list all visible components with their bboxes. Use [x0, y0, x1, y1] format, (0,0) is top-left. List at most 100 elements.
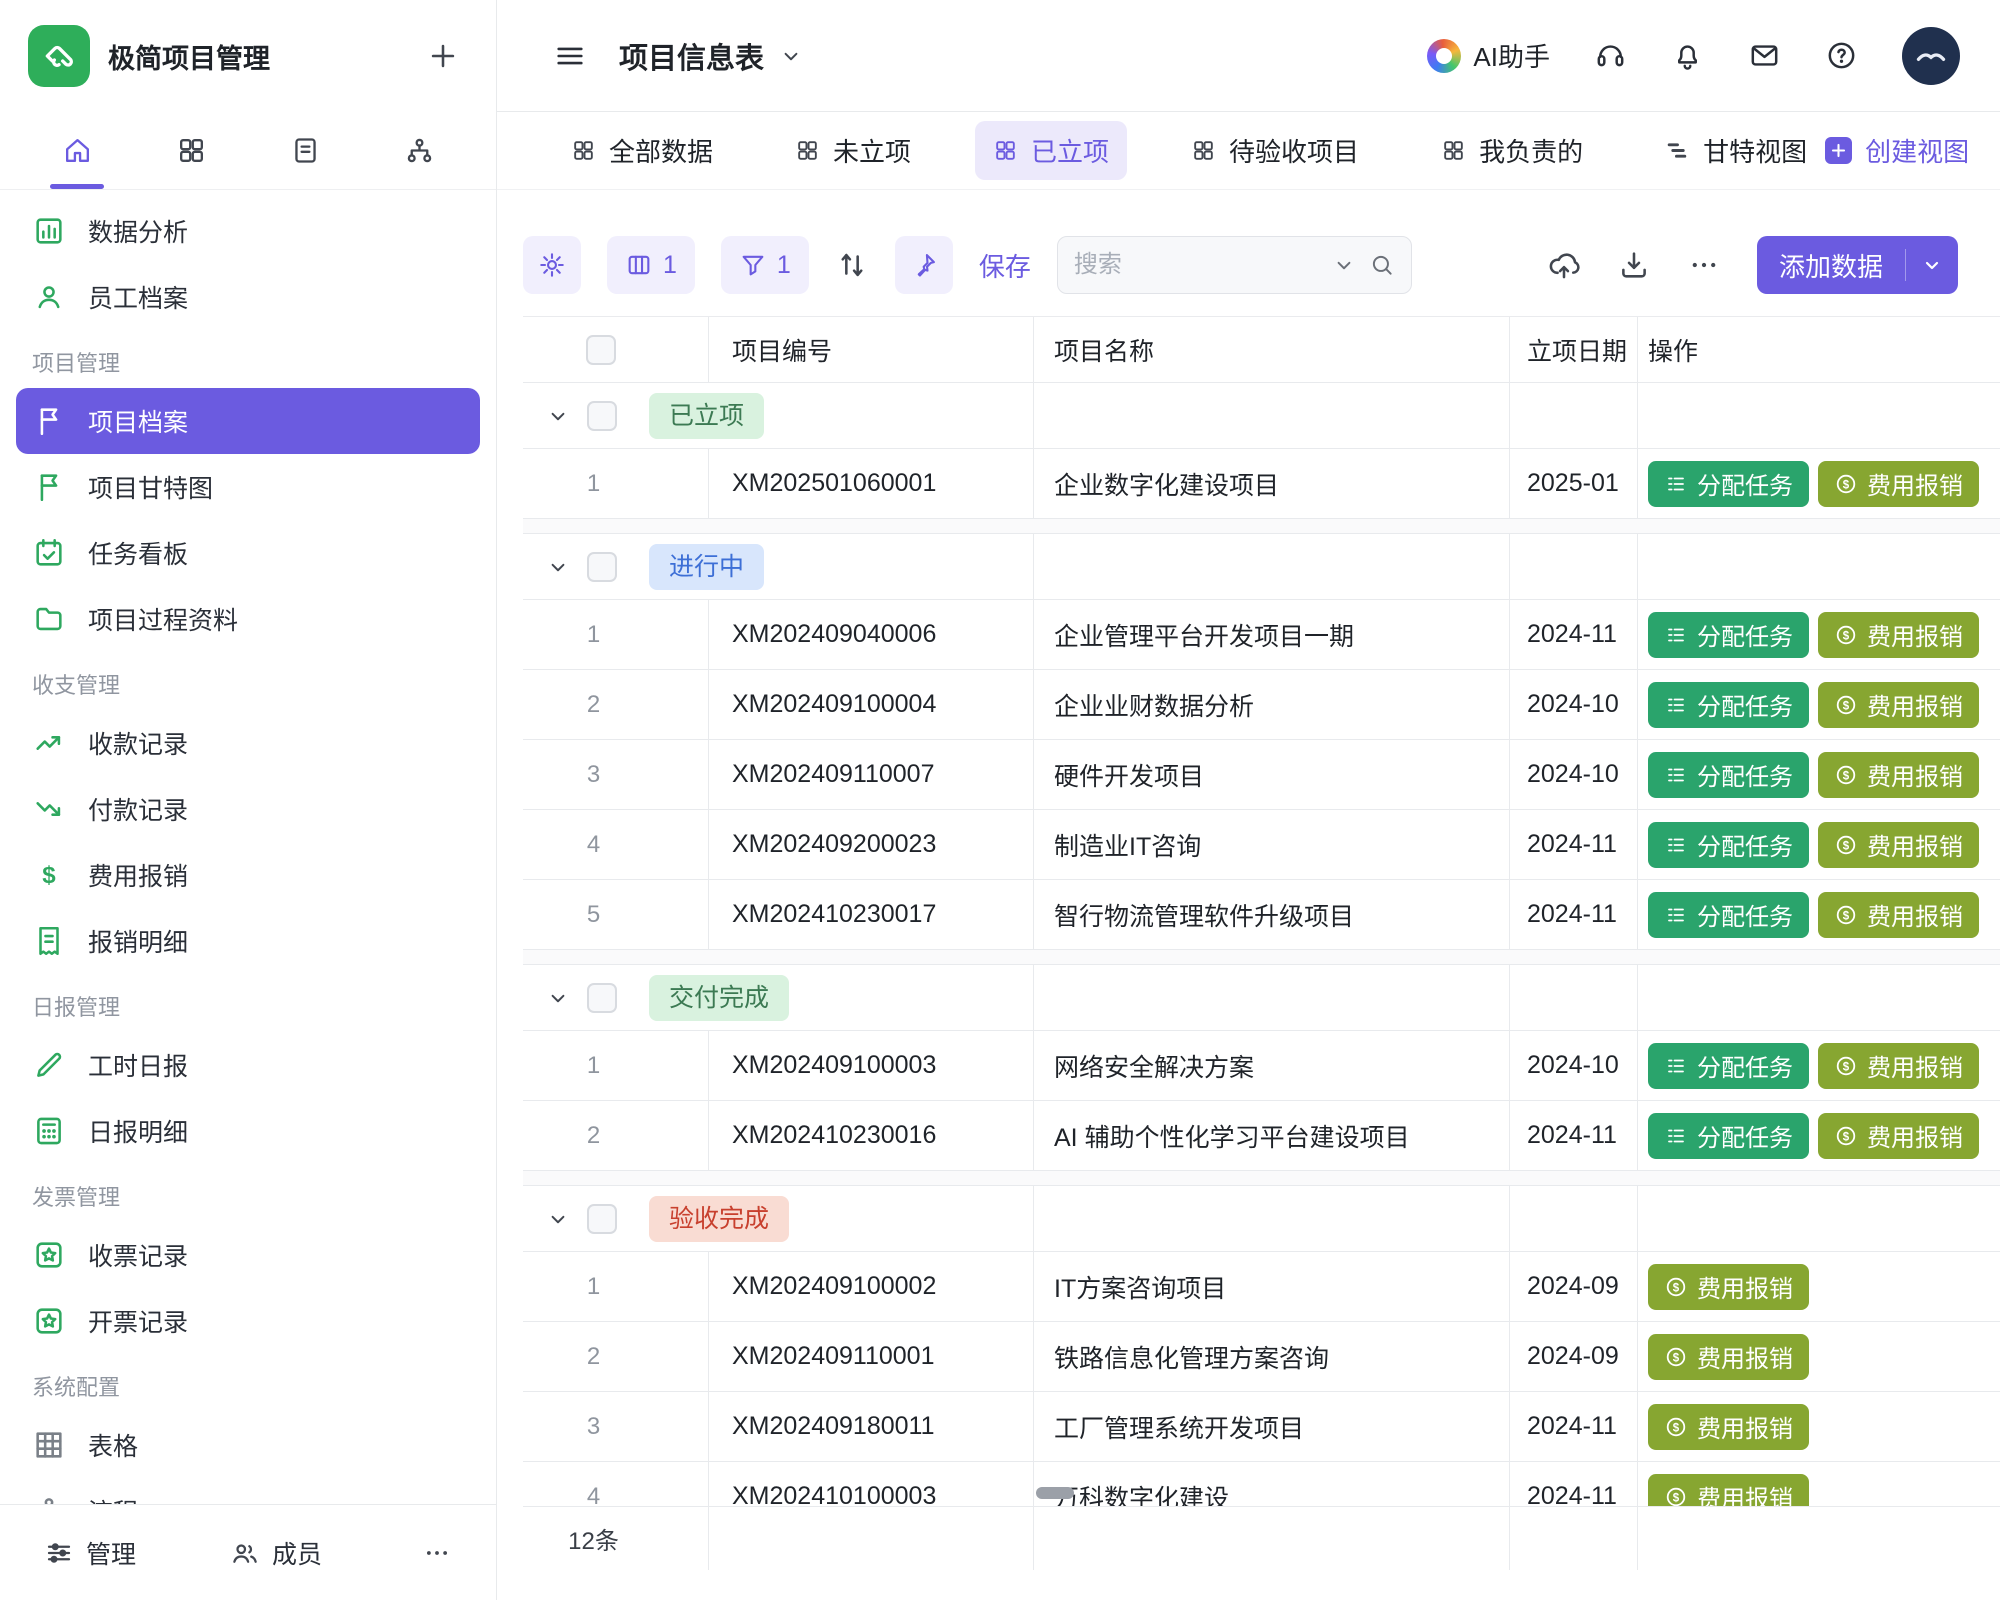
money-circle-icon: $ — [1834, 1054, 1858, 1078]
view-tab[interactable]: 全部数据 — [553, 121, 731, 180]
table-row[interactable]: 3 XM202409110007 硬件开发项目 2024-10 分配任务$费用报… — [523, 740, 2000, 810]
expense-report-button[interactable]: $费用报销 — [1818, 612, 1979, 658]
settings-button[interactable] — [523, 236, 581, 294]
collapse-chevron-icon[interactable] — [545, 1206, 571, 1232]
chevron-down-icon[interactable] — [1906, 253, 1958, 277]
sidebar-item[interactable]: 表格 — [0, 1412, 496, 1478]
project-date: 2024-11 — [1509, 1462, 1637, 1506]
chevron-down-icon[interactable] — [1331, 252, 1357, 278]
table-row[interactable]: 2 XM202410230016 AI 辅助个性化学习平台建设项目 2024-1… — [523, 1101, 2000, 1171]
sidebar-nav-tab-home[interactable] — [44, 112, 110, 189]
page-title[interactable]: 项目信息表 — [619, 35, 804, 77]
group-checkbox[interactable] — [587, 401, 617, 431]
sidebar-item[interactable]: 工时日报 — [0, 1032, 496, 1098]
assign-task-button[interactable]: 分配任务 — [1648, 892, 1809, 938]
assign-task-button[interactable]: 分配任务 — [1648, 682, 1809, 728]
search-input[interactable] — [1074, 251, 1319, 279]
import-button[interactable] — [1547, 248, 1581, 282]
sidebar-item[interactable]: 开票记录 — [0, 1288, 496, 1354]
more-icon[interactable] — [422, 1538, 452, 1568]
pin-button[interactable] — [895, 236, 953, 294]
sidebar-item[interactable]: 任务看板 — [0, 520, 496, 586]
members-button[interactable]: 成员 — [230, 1535, 322, 1571]
ai-assistant-button[interactable]: AI助手 — [1427, 37, 1550, 74]
add-workspace-icon[interactable] — [426, 39, 460, 73]
table-row[interactable]: 1 XM202501060001 企业数字化建设项目 2025-01 分配任务$… — [523, 449, 2000, 519]
assign-task-button[interactable]: 分配任务 — [1648, 752, 1809, 798]
sidebar-item[interactable]: 数据分析 — [0, 198, 496, 264]
view-tab[interactable]: 未立项 — [777, 121, 929, 180]
sidebar-item[interactable]: 报销明细 — [0, 908, 496, 974]
expense-report-button[interactable]: $费用报销 — [1648, 1264, 1809, 1310]
assign-task-button[interactable]: 分配任务 — [1648, 612, 1809, 658]
view-tab[interactable]: 甘特视图 — [1647, 121, 1825, 180]
assign-task-button[interactable]: 分配任务 — [1648, 1043, 1809, 1089]
add-data-button[interactable]: 添加数据 — [1757, 236, 1958, 294]
collapse-chevron-icon[interactable] — [545, 403, 571, 429]
expense-report-button[interactable]: $费用报销 — [1648, 1334, 1809, 1380]
user-avatar[interactable] — [1902, 27, 1960, 85]
group-checkbox[interactable] — [587, 552, 617, 582]
assign-task-button[interactable]: 分配任务 — [1648, 1113, 1809, 1159]
assign-task-button[interactable]: 分配任务 — [1648, 822, 1809, 868]
sort-button[interactable] — [835, 248, 869, 282]
group-checkbox[interactable] — [587, 1204, 617, 1234]
project-code: XM202501060001 — [708, 449, 1033, 518]
sidebar-item[interactable]: $ 费用报销 — [0, 842, 496, 908]
sidebar-item[interactable]: 项目甘特图 — [0, 454, 496, 520]
select-all-checkbox[interactable] — [586, 335, 616, 365]
sidebar-item[interactable]: 日报明细 — [0, 1098, 496, 1164]
sidebar-item[interactable]: 付款记录 — [0, 776, 496, 842]
expense-report-button[interactable]: $费用报销 — [1818, 822, 1979, 868]
table-row[interactable]: 4 XM202409200023 制造业IT咨询 2024-11 分配任务$费用… — [523, 810, 2000, 880]
group-checkbox[interactable] — [587, 983, 617, 1013]
view-tab[interactable]: 已立项 — [975, 121, 1127, 180]
sidebar-item[interactable]: 员工档案 — [0, 264, 496, 330]
people-icon — [230, 1538, 260, 1568]
table-row[interactable]: 5 XM202410230017 智行物流管理软件升级项目 2024-11 分配… — [523, 880, 2000, 950]
expense-report-button[interactable]: $费用报销 — [1818, 1113, 1979, 1159]
view-tab[interactable]: 我负责的 — [1423, 121, 1601, 180]
sidebar-item[interactable]: 收款记录 — [0, 710, 496, 776]
hamburger-icon[interactable] — [553, 39, 587, 73]
sidebar-item[interactable]: 项目档案 — [16, 388, 480, 454]
table-row[interactable]: 1 XM202409100003 网络安全解决方案 2024-10 分配任务$费… — [523, 1031, 2000, 1101]
collapse-chevron-icon[interactable] — [545, 554, 571, 580]
table-row[interactable]: 2 XM202409100004 企业业财数据分析 2024-10 分配任务$费… — [523, 670, 2000, 740]
create-view-button[interactable]: 创建视图 — [1825, 132, 1969, 169]
sidebar-item[interactable]: 收票记录 — [0, 1222, 496, 1288]
table-row[interactable]: 1 XM202409040006 企业管理平台开发项目一期 2024-11 分配… — [523, 600, 2000, 670]
expense-report-button[interactable]: $费用报销 — [1818, 752, 1979, 798]
search-icon[interactable] — [1369, 252, 1395, 278]
table-row[interactable]: 3 XM202409180011 工厂管理系统开发项目 2024-11 $费用报… — [523, 1392, 2000, 1462]
headset-icon[interactable] — [1594, 39, 1627, 72]
view-tab[interactable]: 待验收项目 — [1173, 121, 1377, 180]
expense-report-button[interactable]: $费用报销 — [1648, 1474, 1809, 1507]
expense-report-button[interactable]: $费用报销 — [1818, 682, 1979, 728]
table-row[interactable]: 2 XM202409110001 铁路信息化管理方案咨询 2024-09 $费用… — [523, 1322, 2000, 1392]
bell-icon[interactable] — [1671, 39, 1704, 72]
assign-task-button[interactable]: 分配任务 — [1648, 461, 1809, 507]
table-row[interactable]: 4 XM202410100003 万科数字化建设 2024-11 $费用报销 — [523, 1462, 2000, 1506]
sidebar-nav-tab-flow[interactable] — [386, 112, 452, 189]
horizontal-scrollbar[interactable] — [1036, 1487, 1074, 1499]
sidebar-nav-tab-grid[interactable] — [158, 112, 224, 189]
mail-icon[interactable] — [1748, 39, 1781, 72]
money-circle-icon: $ — [1664, 1275, 1688, 1299]
expense-report-button[interactable]: $费用报销 — [1818, 892, 1979, 938]
field-config-button[interactable]: 1 — [607, 236, 695, 294]
more-button[interactable] — [1687, 248, 1721, 282]
collapse-chevron-icon[interactable] — [545, 985, 571, 1011]
save-button[interactable]: 保存 — [979, 247, 1031, 284]
expense-report-button[interactable]: $费用报销 — [1648, 1404, 1809, 1450]
manage-button[interactable]: 管理 — [44, 1535, 136, 1571]
table-row[interactable]: 1 XM202409100002 IT方案咨询项目 2024-09 $费用报销 — [523, 1252, 2000, 1322]
filter-button[interactable]: 1 — [721, 236, 809, 294]
help-icon[interactable] — [1825, 39, 1858, 72]
sidebar-item[interactable]: 项目过程资料 — [0, 586, 496, 652]
expense-report-button[interactable]: $费用报销 — [1818, 1043, 1979, 1089]
expense-report-button[interactable]: $费用报销 — [1818, 461, 1979, 507]
sidebar-nav-tab-doc[interactable] — [272, 112, 338, 189]
export-button[interactable] — [1617, 248, 1651, 282]
sidebar-item[interactable]: 流程 — [0, 1478, 496, 1504]
